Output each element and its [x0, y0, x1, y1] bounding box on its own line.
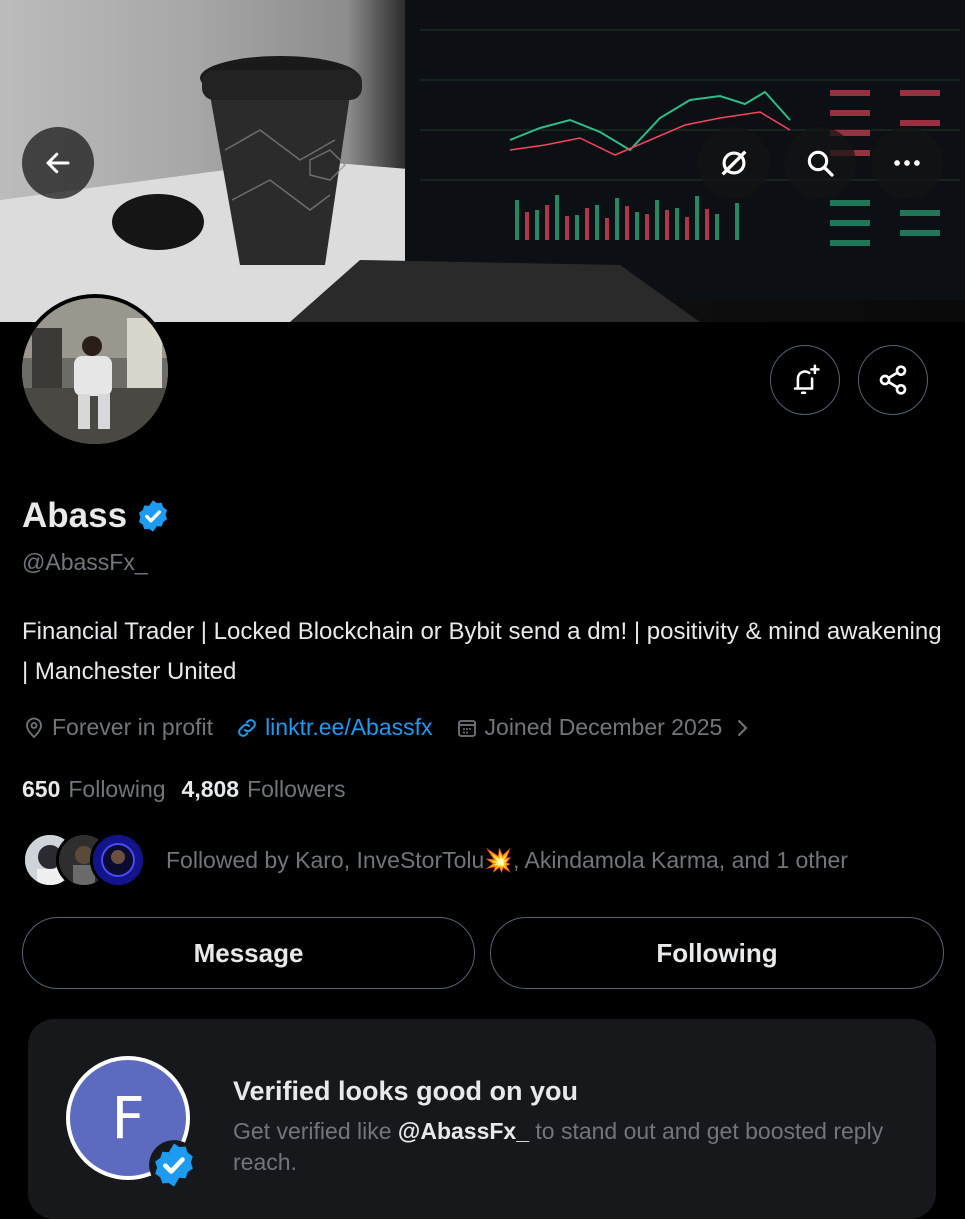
join-date[interactable]: Joined December 2025 — [455, 714, 761, 741]
verified-badge-icon — [149, 1140, 199, 1190]
profile-name: Abass — [22, 496, 128, 535]
calendar-icon — [457, 719, 476, 737]
followers-stat[interactable]: 4,808 Followers — [182, 776, 346, 803]
verified-badge-icon[interactable] — [135, 498, 171, 534]
follower-avatar — [90, 832, 146, 888]
website-link[interactable]: linktr.ee/Abassfx — [265, 714, 432, 741]
share-icon — [879, 365, 907, 395]
join-date-text: Joined December 2025 — [484, 714, 723, 740]
following-count: 650 — [22, 776, 61, 802]
profile-handle: @AbassFx_ — [22, 549, 148, 575]
chevron-right-icon — [738, 719, 748, 736]
location: Forever in profit — [22, 714, 213, 741]
link-icon — [238, 718, 256, 737]
following-stat[interactable]: 650 Following — [22, 776, 166, 803]
avatar-image — [22, 298, 168, 444]
profile-avatar[interactable] — [18, 294, 172, 448]
promo-text: Get verified like @AbassFx_ to stand out… — [233, 1116, 913, 1178]
more-icon — [894, 160, 920, 166]
verified-promo-card[interactable]: F Verified looks good on you Get verifie… — [28, 1019, 936, 1219]
profile-meta: Forever in profit linktr.ee/Abassfx Join… — [22, 714, 782, 741]
follow-stats: 650 Following 4,808 Followers — [22, 776, 362, 803]
profile-bio: Financial Trader | Locked Blockchain or … — [22, 618, 942, 685]
promo-title: Verified looks good on you — [233, 1076, 579, 1106]
followed-by-text: Followed by Karo, InveStorTolu💥, Akindam… — [166, 846, 848, 873]
followed-by[interactable]: Followed by Karo, InveStorTolu💥, Akindam… — [22, 832, 848, 888]
location-pin-icon — [26, 717, 42, 738]
search-icon — [807, 150, 834, 177]
share-button[interactable] — [858, 345, 928, 415]
disconnect-icon — [721, 150, 747, 176]
more-options-button[interactable] — [871, 127, 943, 199]
back-button[interactable] — [22, 127, 94, 199]
location-text: Forever in profit — [52, 714, 214, 740]
promo-avatar-letter: F — [111, 1084, 145, 1152]
bell-plus-icon — [793, 364, 820, 395]
message-button[interactable]: Message — [22, 917, 475, 989]
search-button[interactable] — [784, 127, 856, 199]
followers-count: 4,808 — [181, 776, 240, 802]
notifications-button[interactable] — [770, 345, 840, 415]
disconnect-button[interactable] — [698, 127, 770, 199]
promo-text-handle: @AbassFx_ — [397, 1118, 529, 1144]
following-button[interactable]: Following — [490, 917, 944, 989]
promo-text-prefix: Get verified like — [233, 1118, 398, 1144]
followers-label: Followers — [247, 776, 346, 802]
following-label: Following — [68, 776, 166, 802]
website[interactable]: linktr.ee/Abassfx — [235, 714, 433, 741]
profile-name-row: Abass — [22, 496, 171, 536]
arrow-left-icon — [46, 152, 70, 174]
